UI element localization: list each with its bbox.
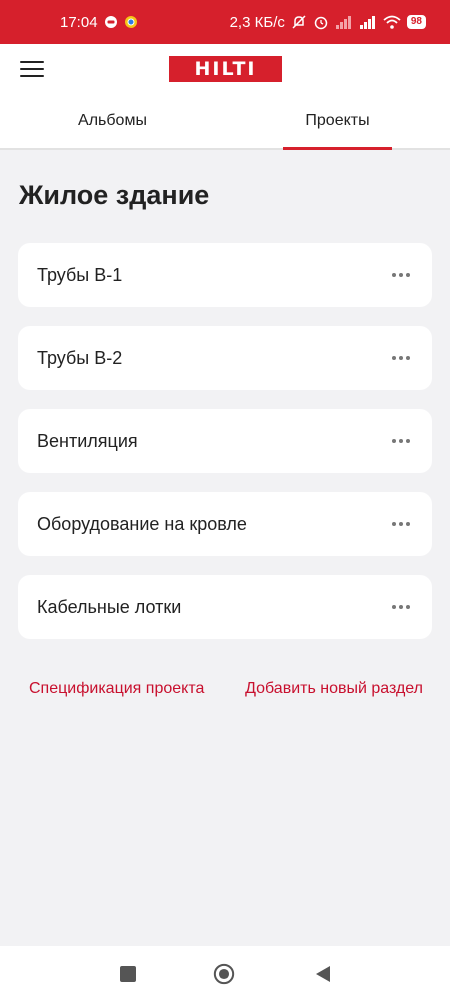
signal-icon: [335, 15, 353, 29]
list-item[interactable]: Вентиляция: [18, 409, 432, 473]
mute-icon: [291, 14, 307, 30]
hamburger-menu-icon[interactable]: [20, 58, 44, 80]
network-speed: 2,3 КБ/с: [229, 13, 285, 31]
tab-bar: Альбомы Проекты: [0, 94, 450, 150]
section-label: Кабельные лотки: [37, 596, 182, 617]
add-section-link[interactable]: Добавить новый раздел: [245, 680, 423, 698]
section-label: Вентиляция: [37, 430, 138, 451]
system-nav-bar: [0, 946, 450, 1000]
menu-line: [20, 61, 44, 63]
action-links: Спецификация проекта Добавить новый разд…: [0, 680, 450, 698]
back-icon[interactable]: [312, 963, 334, 985]
more-options-icon[interactable]: [392, 516, 410, 532]
chrome-icon: [124, 15, 138, 29]
list-item[interactable]: Кабельные лотки: [18, 575, 432, 639]
section-label: Трубы В-2: [37, 347, 123, 368]
list-item[interactable]: Трубы В-2: [18, 326, 432, 390]
status-bar: 17:04 2,3 КБ/с 98: [0, 0, 450, 44]
more-options-icon[interactable]: [392, 350, 410, 366]
battery-icon: 98: [406, 15, 426, 29]
menu-line: [20, 75, 44, 77]
signal-icon: [359, 15, 377, 29]
more-options-icon[interactable]: [392, 433, 410, 449]
section-label: Оборудование на кровле: [37, 513, 247, 534]
status-time: 17:04: [60, 13, 98, 31]
section-label: Трубы В-1: [37, 264, 123, 285]
wifi-icon: [383, 15, 401, 29]
tab-projects[interactable]: Проекты: [225, 94, 450, 150]
hilti-logo: HILTI: [169, 56, 282, 82]
status-left: 17:04: [60, 14, 138, 31]
section-list: Трубы В-1 Трубы В-2 Вентиляция Оборудова…: [18, 243, 432, 658]
project-spec-link[interactable]: Спецификация проекта: [29, 680, 204, 698]
more-options-icon[interactable]: [392, 267, 410, 283]
list-item[interactable]: Трубы В-1: [18, 243, 432, 307]
app-header: HILTI: [0, 44, 450, 94]
alarm-icon: [313, 14, 329, 30]
recent-apps-icon[interactable]: [117, 963, 139, 985]
status-right: 2,3 КБ/с 98: [230, 14, 426, 31]
menu-line: [20, 68, 44, 70]
tab-albums[interactable]: Альбомы: [0, 94, 225, 148]
page-title: Жилое здание: [19, 180, 210, 210]
home-icon[interactable]: [213, 963, 235, 985]
list-item[interactable]: Оборудование на кровле: [18, 492, 432, 556]
notification-icon: [104, 15, 118, 29]
more-options-icon[interactable]: [392, 599, 410, 615]
